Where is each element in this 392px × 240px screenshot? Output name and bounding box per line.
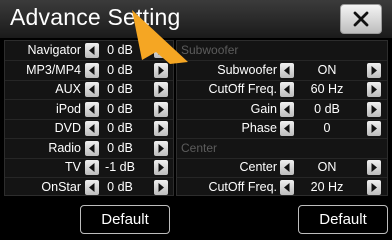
speaker-settings-panel: Subwoofer Subwoofer ON CutOff Freq. 60 H… xyxy=(176,40,388,196)
decrease-button[interactable] xyxy=(280,101,294,117)
chevron-right-icon xyxy=(371,182,377,192)
decrease-button[interactable] xyxy=(85,43,99,58)
row-label: iPod xyxy=(55,101,81,116)
increase-button[interactable] xyxy=(367,101,381,117)
decrease-button[interactable] xyxy=(85,101,99,117)
default-button-left[interactable]: Default xyxy=(80,205,170,234)
row-value: 0 dB xyxy=(107,82,133,96)
chevron-left-icon xyxy=(89,182,95,192)
increase-button[interactable] xyxy=(154,160,168,175)
chevron-left-icon xyxy=(284,104,290,114)
setting-row-subwoofer: Subwoofer ON xyxy=(177,61,387,80)
close-button[interactable] xyxy=(340,4,382,34)
chevron-left-icon xyxy=(284,124,290,133)
chevron-right-icon xyxy=(371,85,377,94)
increase-button[interactable] xyxy=(367,121,381,136)
increase-button[interactable] xyxy=(154,82,168,97)
row-value: 0 dB xyxy=(107,101,133,116)
source-row-onstar: OnStar 0 dB xyxy=(5,178,173,197)
pointer-arrow-icon xyxy=(132,10,188,64)
row-label: CutOff Freq. xyxy=(208,179,277,194)
chevron-right-icon xyxy=(158,85,164,94)
chevron-right-icon xyxy=(158,182,164,192)
chevron-left-icon xyxy=(89,85,95,94)
increase-button[interactable] xyxy=(367,62,381,78)
chevron-left-icon xyxy=(89,163,95,172)
row-label: CutOff Freq. xyxy=(208,82,277,96)
chevron-right-icon xyxy=(158,143,164,153)
decrease-button[interactable] xyxy=(85,82,99,97)
chevron-right-icon xyxy=(371,104,377,114)
row-value: 0 dB xyxy=(314,101,340,116)
decrease-button[interactable] xyxy=(280,62,294,78)
chevron-left-icon xyxy=(284,163,290,172)
close-x-icon xyxy=(353,11,369,27)
setting-row-phase: Phase 0 xyxy=(177,119,387,138)
row-label: Gain xyxy=(250,101,277,116)
row-value: 0 dB xyxy=(107,140,133,155)
increase-button[interactable] xyxy=(154,121,168,136)
row-label: MP3/MP4 xyxy=(26,62,81,77)
chevron-left-icon xyxy=(284,182,290,192)
decrease-button[interactable] xyxy=(280,160,294,175)
setting-row-cutoff-center: CutOff Freq. 20 Hz xyxy=(177,178,387,197)
source-row-dvd: DVD 0 dB xyxy=(5,119,173,138)
decrease-button[interactable] xyxy=(280,179,294,195)
chevron-left-icon xyxy=(89,104,95,114)
row-label: Radio xyxy=(48,140,81,155)
chevron-right-icon xyxy=(371,65,377,75)
row-label: DVD xyxy=(54,121,81,135)
chevron-left-icon xyxy=(89,124,95,133)
source-row-ipod: iPod 0 dB xyxy=(5,100,173,119)
chevron-right-icon xyxy=(158,163,164,172)
decrease-button[interactable] xyxy=(85,140,99,156)
row-label: Subwoofer xyxy=(217,62,277,77)
chevron-right-icon xyxy=(158,124,164,133)
row-label: Center xyxy=(239,160,277,174)
decrease-button[interactable] xyxy=(85,62,99,78)
row-value: ON xyxy=(317,62,337,77)
decrease-button[interactable] xyxy=(85,160,99,175)
chevron-left-icon xyxy=(284,65,290,75)
decrease-button[interactable] xyxy=(85,179,99,195)
chevron-left-icon xyxy=(89,143,95,153)
increase-button[interactable] xyxy=(367,82,381,97)
default-button-right[interactable]: Default xyxy=(298,205,388,234)
setting-row-cutoff-sub: CutOff Freq. 60 Hz xyxy=(177,80,387,99)
source-row-tv: TV -1 dB xyxy=(5,158,173,177)
chevron-left-icon xyxy=(89,46,95,55)
setting-row-center: Center ON xyxy=(177,158,387,177)
row-value: 60 Hz xyxy=(310,82,344,96)
decrease-button[interactable] xyxy=(280,82,294,97)
chevron-right-icon xyxy=(371,163,377,172)
row-value: 0 dB xyxy=(107,179,133,194)
row-label: Phase xyxy=(241,121,277,135)
row-label: OnStar xyxy=(41,179,81,194)
increase-button[interactable] xyxy=(154,140,168,156)
row-value: -1 dB xyxy=(105,160,135,174)
increase-button[interactable] xyxy=(154,101,168,117)
decrease-button[interactable] xyxy=(85,121,99,136)
row-label: Navigator xyxy=(27,43,82,57)
increase-button[interactable] xyxy=(367,179,381,195)
increase-button[interactable] xyxy=(154,179,168,195)
row-value: 0 xyxy=(323,121,331,135)
section-heading-center: Center xyxy=(181,140,218,155)
decrease-button[interactable] xyxy=(280,121,294,136)
row-label: TV xyxy=(65,160,81,174)
chevron-left-icon xyxy=(89,65,95,75)
increase-button[interactable] xyxy=(367,160,381,175)
row-value: 20 Hz xyxy=(310,179,344,194)
chevron-right-icon xyxy=(158,104,164,114)
source-row-aux: AUX 0 dB xyxy=(5,80,173,99)
setting-row-gain: Gain 0 dB xyxy=(177,100,387,119)
row-value: ON xyxy=(317,160,337,174)
chevron-left-icon xyxy=(284,85,290,94)
source-row-radio: Radio 0 dB xyxy=(5,139,173,158)
row-label: AUX xyxy=(55,82,81,96)
chevron-right-icon xyxy=(371,124,377,133)
row-value: 0 dB xyxy=(107,121,133,135)
title-bar: Advance Setting xyxy=(0,0,392,38)
